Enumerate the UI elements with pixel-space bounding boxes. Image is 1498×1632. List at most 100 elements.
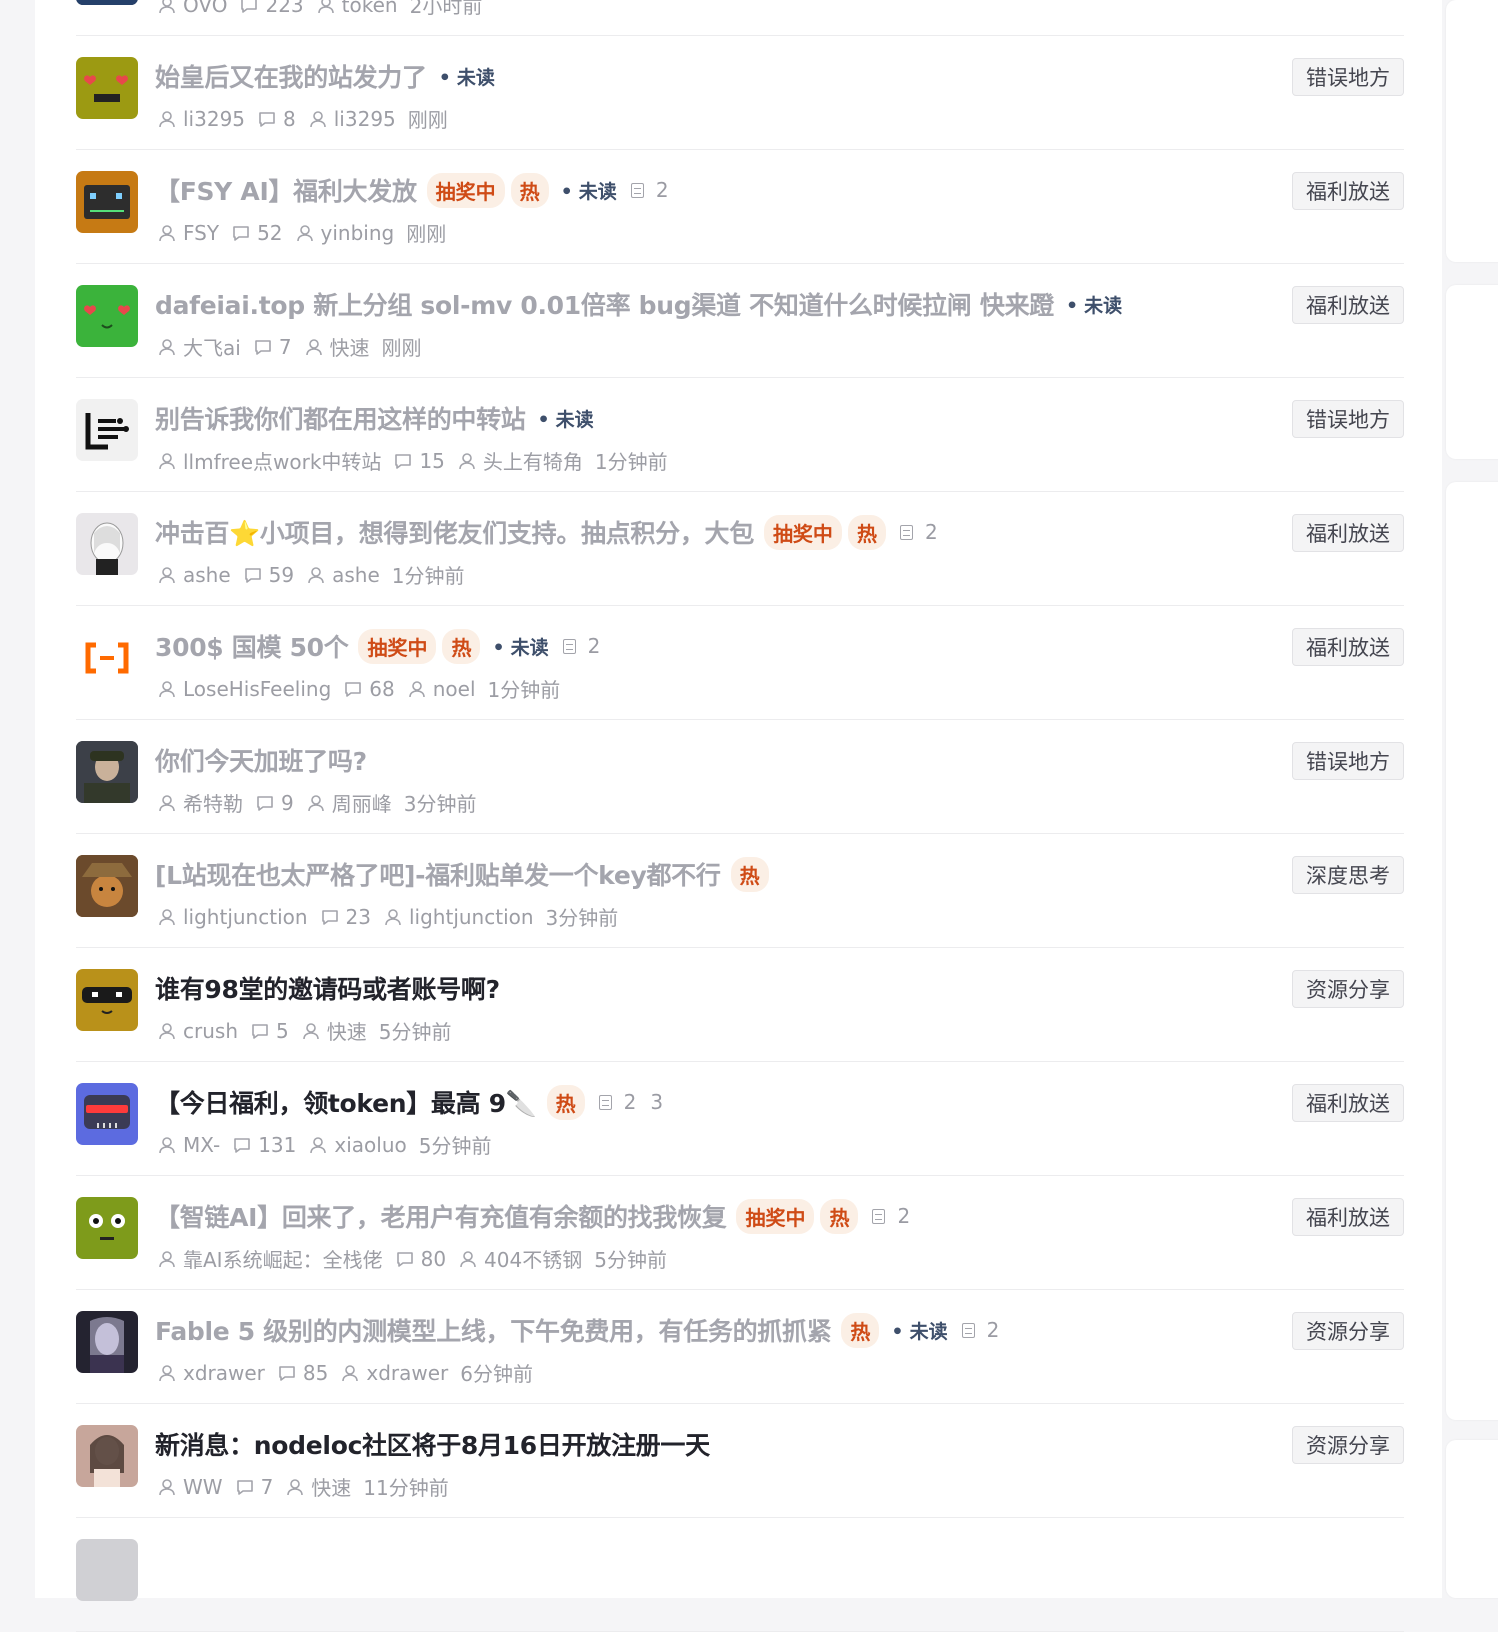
topic-title[interactable]: 你们今天加班了吗?: [155, 742, 367, 778]
topic-row[interactable]: [L站现在也太严格了吧]-福利贴单发一个key都不行 热 lightjuncti…: [76, 834, 1404, 948]
author-name[interactable]: FSY: [183, 221, 219, 245]
category-tag[interactable]: 错误地方: [1292, 58, 1404, 96]
category-tag[interactable]: 福利放送: [1292, 1198, 1404, 1236]
page-link[interactable]: 2: [656, 178, 669, 202]
last-poster-name[interactable]: 404不锈钢: [484, 1244, 582, 1273]
girl-photo-avatar[interactable]: [76, 1425, 138, 1487]
last-poster-name[interactable]: 快速: [311, 1472, 351, 1501]
last-poster-name[interactable]: xdrawer: [366, 1361, 448, 1385]
category-tag[interactable]: 福利放送: [1292, 1084, 1404, 1122]
author-name[interactable]: LoseHisFeeling: [183, 677, 331, 701]
page-link[interactable]: 2: [897, 1204, 910, 1228]
unread-indicator[interactable]: 未读: [561, 177, 617, 204]
green-heart-face-avatar[interactable]: [76, 285, 138, 347]
topic-title[interactable]: 300$ 国模 50个: [155, 628, 349, 664]
page-link[interactable]: 2: [624, 1090, 637, 1114]
last-poster-name[interactable]: li3295: [334, 107, 396, 131]
unread-indicator[interactable]: 未读: [1066, 291, 1122, 318]
category-tag[interactable]: 福利放送: [1292, 172, 1404, 210]
last-activity-time[interactable]: 5分钟前: [379, 1016, 452, 1045]
anime-girl-avatar[interactable]: [76, 513, 138, 575]
last-activity-time[interactable]: 11分钟前: [363, 1472, 448, 1501]
topic-title[interactable]: 新消息：nodeloc社区将于8月16日开放注册一天: [155, 1426, 710, 1462]
topic-title[interactable]: 谁有98堂的邀请码或者账号啊?: [155, 970, 500, 1006]
page-link[interactable]: 3: [650, 1090, 663, 1114]
unread-indicator[interactable]: 未读: [891, 1317, 948, 1344]
author-name[interactable]: lightjunction: [183, 905, 308, 929]
gray-avatar[interactable]: [76, 1539, 138, 1601]
topic-title[interactable]: 冲击百⭐小项目，想得到佬友们支持。抽点积分，大包: [155, 514, 754, 550]
author-name[interactable]: 靠AI系统崛起：全栈佬: [183, 1244, 383, 1273]
last-activity-time[interactable]: 6分钟前: [460, 1358, 533, 1387]
topic-title[interactable]: 【FSY AI】福利大发放: [155, 172, 417, 208]
last-activity-time[interactable]: 3分钟前: [404, 788, 477, 817]
topic-row[interactable]: 【今日福利，领token】最高 9🔪 热 23 MX- 131 xiaoluo 5分钟前…: [76, 1062, 1404, 1176]
last-activity-time[interactable]: 刚刚: [382, 332, 422, 361]
topic-title[interactable]: 【智链AI】回来了，老用户有充值有余额的找我恢复: [155, 1198, 727, 1234]
topic-row[interactable]: 新消息：nodeloc社区将于8月16日开放注册一天 WW 7 快速 11分钟前 资源…: [76, 1404, 1404, 1518]
topic-row[interactable]: 【FSY AI】福利大发放 抽奖中热未读 2 FSY 52 yinbing 刚刚 福利放…: [76, 150, 1404, 264]
topic-row[interactable]: 谁有98堂的邀请码或者账号啊? crush 5 快速 5分钟前 资源分享: [76, 948, 1404, 1062]
unread-indicator[interactable]: 未读: [439, 63, 495, 90]
category-tag[interactable]: 资源分享: [1292, 1312, 1404, 1350]
last-poster-name[interactable]: 快速: [327, 1016, 367, 1045]
author-name[interactable]: llmfree点work中转站: [183, 446, 381, 475]
author-name[interactable]: 希特勒: [183, 788, 243, 817]
category-tag[interactable]: 福利放送: [1292, 286, 1404, 324]
topic-row[interactable]: [76, 1518, 1404, 1632]
green-eyes-face-avatar[interactable]: [76, 1197, 138, 1259]
llm-logo-avatar[interactable]: [76, 399, 138, 461]
author-name[interactable]: li3295: [183, 107, 245, 131]
last-poster-name[interactable]: noel: [433, 677, 476, 701]
last-poster-name[interactable]: token: [342, 0, 398, 17]
last-activity-time[interactable]: 1分钟前: [392, 560, 465, 589]
dark-character-avatar[interactable]: [76, 1311, 138, 1373]
page-link[interactable]: 2: [987, 1318, 1000, 1342]
category-tag[interactable]: 资源分享: [1292, 1426, 1404, 1464]
topic-row[interactable]: 300$ 国模 50个 抽奖中热未读 2 LoseHisFeeling 68 noel…: [76, 606, 1404, 720]
last-poster-name[interactable]: yinbing: [321, 221, 395, 245]
last-activity-time[interactable]: 5分钟前: [419, 1130, 492, 1159]
robot-heart-eyes-avatar[interactable]: [76, 57, 138, 119]
sunglasses-face-avatar[interactable]: [76, 969, 138, 1031]
topic-row[interactable]: 【智链AI】回来了，老用户有充值有余额的找我恢复 抽奖中热 2 靠AI系统崛起：全…: [76, 1176, 1404, 1290]
topic-title[interactable]: 【今日福利，领token】最高 9🔪: [155, 1084, 537, 1120]
author-name[interactable]: MX-: [183, 1133, 220, 1157]
author-name[interactable]: WW: [183, 1475, 223, 1499]
page-link[interactable]: 2: [588, 634, 601, 658]
category-tag[interactable]: 福利放送: [1292, 514, 1404, 552]
last-poster-name[interactable]: 快速: [330, 332, 370, 361]
last-activity-time[interactable]: 1分钟前: [488, 674, 561, 703]
category-tag[interactable]: 深度思考: [1292, 856, 1404, 894]
topic-row[interactable]: Fable 5 级别的内测模型上线，下午免费用，有任务的抓抓紧 热未读 2 xdr…: [76, 1290, 1404, 1404]
unread-indicator[interactable]: 未读: [492, 633, 549, 660]
category-tag[interactable]: 错误地方: [1292, 742, 1404, 780]
topic-row[interactable]: OVO 223 token 2小时前: [76, 0, 1404, 36]
last-activity-time[interactable]: 刚刚: [406, 218, 446, 247]
discord-robot-avatar[interactable]: [76, 1083, 138, 1145]
topic-row[interactable]: dafeiai.top 新上分组 sol-mv 0.01倍率 bug渠道 不知道…: [76, 264, 1404, 378]
last-activity-time[interactable]: 刚刚: [408, 104, 448, 133]
last-poster-name[interactable]: ashe: [332, 563, 380, 587]
last-poster-name[interactable]: 周丽峰: [332, 788, 392, 817]
last-activity-time[interactable]: 2小时前: [410, 0, 483, 19]
last-activity-time[interactable]: 3分钟前: [546, 902, 619, 931]
topic-row[interactable]: 始皇后又在我的站发力了 未读 li3295 8 li3295 刚刚 错误地方: [76, 36, 1404, 150]
topic-title[interactable]: dafeiai.top 新上分组 sol-mv 0.01倍率 bug渠道 不知道…: [155, 286, 1054, 322]
category-tag[interactable]: 资源分享: [1292, 970, 1404, 1008]
last-activity-time[interactable]: 1分钟前: [595, 446, 668, 475]
soldier-photo-avatar[interactable]: [76, 741, 138, 803]
author-name[interactable]: 大飞ai: [183, 332, 241, 361]
category-tag[interactable]: 错误地方: [1292, 400, 1404, 438]
topic-row[interactable]: 冲击百⭐小项目，想得到佬友们支持。抽点积分，大包 抽奖中热 2 ashe 59 ash…: [76, 492, 1404, 606]
author-name[interactable]: crush: [183, 1019, 238, 1043]
aliyun-logo-avatar[interactable]: [76, 627, 138, 689]
topic-title[interactable]: 别告诉我你们都在用这样的中转站: [155, 400, 526, 436]
author-name[interactable]: xdrawer: [183, 1361, 265, 1385]
topic-title[interactable]: [L站现在也太严格了吧]-福利贴单发一个key都不行: [155, 856, 721, 892]
terminal-robot-avatar[interactable]: [76, 171, 138, 233]
dog-hat-avatar[interactable]: [76, 855, 138, 917]
topic-title[interactable]: Fable 5 级别的内测模型上线，下午免费用，有任务的抓抓紧: [155, 1312, 832, 1348]
last-activity-time[interactable]: 5分钟前: [594, 1244, 667, 1273]
last-poster-name[interactable]: 头上有犄角: [483, 446, 583, 475]
